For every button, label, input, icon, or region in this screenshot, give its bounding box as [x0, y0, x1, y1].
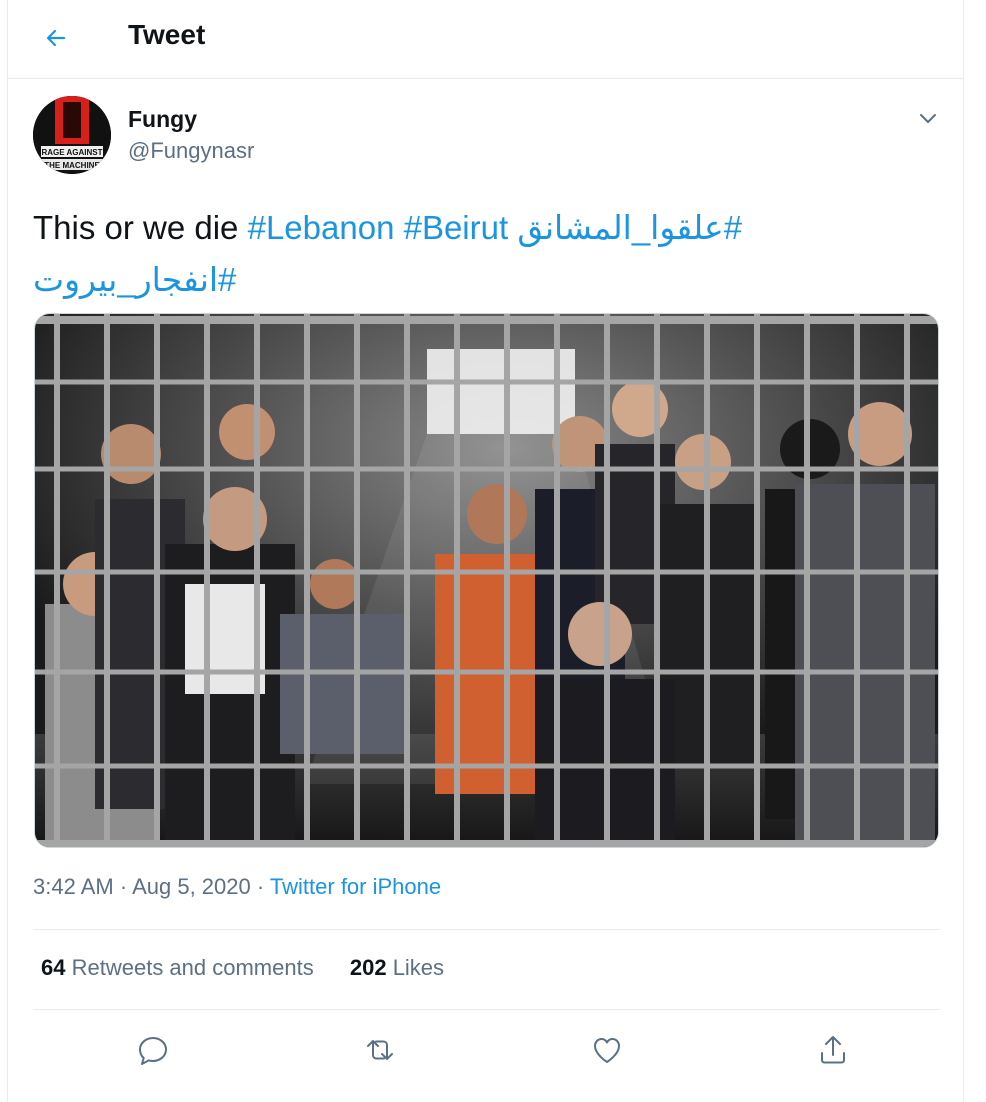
likes-count: 202 [349, 955, 387, 980]
tweet-time[interactable]: 3:42 AM [33, 874, 114, 899]
tweet-image[interactable] [34, 313, 939, 848]
heart-icon [594, 1038, 620, 1063]
tweet-meta: 3:42 AM · Aug 5, 2020 · Twitter for iPho… [33, 874, 441, 900]
avatar-image: RAGE AGAINST THE MACHINE [33, 96, 111, 174]
hashtag-lebanon[interactable]: #Lebanon [248, 209, 395, 246]
meta-separator: · [256, 874, 265, 899]
more-options-button[interactable] [914, 104, 942, 132]
tweet-stats: 64 Retweets and comments 202 Likes [41, 955, 474, 981]
likes-stat[interactable]: 202 Likes [350, 955, 444, 980]
author-handle[interactable]: @Fungynasr [128, 138, 254, 164]
retweets-count: 64 [41, 955, 66, 980]
page-header: Tweet [8, 0, 963, 79]
hashtag-beirut-explosion[interactable]: #انفجار_بيروت [33, 261, 236, 298]
retweet-icon [367, 1040, 393, 1060]
tweet-text: This or we die #Lebanon #Beirut #علقوا_ا… [33, 202, 933, 306]
retweet-button[interactable] [360, 1030, 400, 1070]
divider [33, 929, 940, 930]
prison-cell-image [35, 314, 938, 847]
tweet-page: Tweet RAGE AGAINST THE MACHINE Fungy @Fu… [7, 0, 964, 1102]
retweets-label: Retweets and comments [71, 955, 314, 980]
page-title: Tweet [128, 19, 206, 50]
meta-separator: · [119, 874, 128, 899]
retweets-stat[interactable]: 64 Retweets and comments [41, 955, 314, 980]
svg-text:THE MACHINE: THE MACHINE [44, 161, 100, 170]
divider [33, 1009, 940, 1010]
hashtag-hang-the-nooses[interactable]: #علقوا_المشانق [517, 209, 742, 246]
reply-icon [139, 1037, 167, 1065]
back-button[interactable] [38, 20, 74, 56]
like-button[interactable] [587, 1030, 627, 1070]
avatar[interactable]: RAGE AGAINST THE MACHINE [33, 96, 111, 174]
share-button[interactable] [813, 1030, 853, 1070]
tweet-actions [33, 1022, 940, 1078]
hashtag-beirut[interactable]: #Beirut [404, 209, 509, 246]
reply-button[interactable] [133, 1030, 173, 1070]
chevron-down-icon [920, 114, 936, 123]
share-icon [821, 1036, 845, 1064]
tweet-body: This or we die [33, 209, 248, 246]
likes-label: Likes [392, 955, 445, 980]
tweet-source-link[interactable]: Twitter for iPhone [270, 874, 441, 899]
author-name[interactable]: Fungy [128, 106, 197, 133]
arrow-left-icon [46, 29, 66, 47]
tweet-date[interactable]: Aug 5, 2020 [132, 874, 251, 899]
avatar-logo-text: RAGE AGAINST [41, 148, 102, 157]
